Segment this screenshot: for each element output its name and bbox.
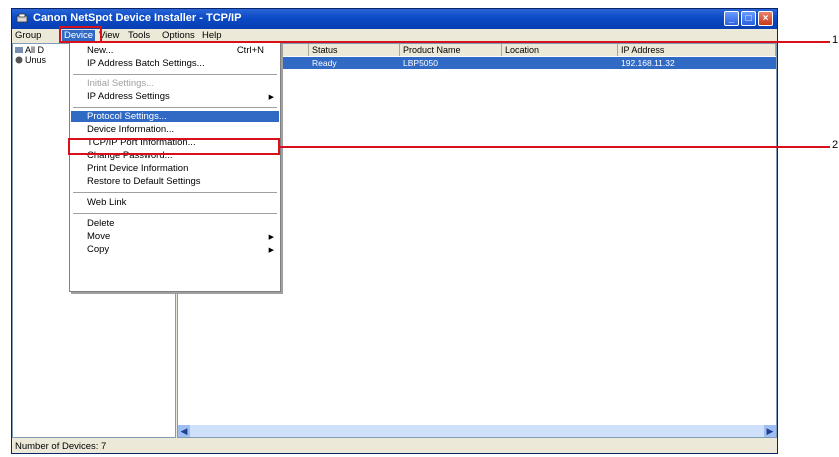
status-bar: Number of Devices: 7 [12, 438, 777, 453]
protocol-settings-highlight-box [68, 138, 280, 155]
callout-number-2: 2 [832, 139, 839, 151]
tree-item-all-devices[interactable]: All D [15, 45, 44, 55]
close-button[interactable]: × [758, 11, 773, 26]
cell-status: Ready [312, 58, 337, 68]
menu-view[interactable]: View [99, 30, 119, 41]
menu-tools[interactable]: Tools [128, 30, 150, 41]
cell-ip: 192.168.11.32 [621, 58, 675, 68]
cell-product: LBP5050 [403, 58, 438, 68]
menu-help[interactable]: Help [202, 30, 222, 41]
device-count: Number of Devices: 7 [15, 441, 107, 452]
column-header-location[interactable]: Location [502, 44, 618, 56]
menu-item-web-link[interactable]: Web Link [87, 197, 126, 208]
column-header-status[interactable]: Status [309, 44, 400, 56]
submenu-arrow-icon: ▶ [268, 247, 274, 254]
menu-item-ip-settings[interactable]: IP Address Settings [87, 91, 170, 102]
menu-item-print-device-info[interactable]: Print Device Information [87, 163, 188, 174]
device-menu-dropdown: New... Ctrl+N IP Address Batch Settings.… [69, 42, 281, 292]
menu-separator [73, 192, 277, 193]
all-devices-icon [15, 47, 23, 53]
window-title: Canon NetSpot Device Installer - TCP/IP [33, 12, 242, 24]
menu-item-restore-defaults[interactable]: Restore to Default Settings [87, 176, 201, 187]
horizontal-scrollbar[interactable]: ◀ ▶ [178, 425, 776, 437]
submenu-arrow-icon: ▶ [268, 234, 274, 241]
menu-item-delete[interactable]: Delete [87, 218, 114, 229]
column-header-product[interactable]: Product Name [400, 44, 502, 56]
submenu-arrow-icon: ▶ [268, 94, 274, 101]
menu-separator [73, 213, 277, 214]
menu-group[interactable]: Group [15, 30, 41, 41]
menu-item-initial-settings: Initial Settings... [87, 78, 155, 89]
scroll-left-icon[interactable]: ◀ [178, 425, 190, 437]
callout-line-1 [102, 41, 830, 43]
callout-number-1: 1 [832, 34, 839, 46]
menu-item-protocol-settings[interactable]: Protocol Settings... [71, 111, 279, 122]
scroll-right-icon[interactable]: ▶ [764, 425, 776, 437]
menu-item-copy[interactable]: Copy [87, 244, 109, 255]
app-icon [16, 13, 28, 23]
tree-item-label: All D [25, 45, 45, 55]
callout-line-2 [280, 146, 830, 148]
tree-item-label: Unus [25, 55, 47, 65]
app-window: Canon NetSpot Device Installer - TCP/IP … [11, 8, 778, 454]
column-header-ip[interactable]: IP Address [618, 44, 776, 56]
minimize-button[interactable]: _ [724, 11, 739, 26]
menu-item-new[interactable]: New... [87, 45, 113, 56]
unused-devices-icon [15, 56, 23, 64]
maximize-button[interactable]: □ [741, 11, 756, 26]
title-bar[interactable]: Canon NetSpot Device Installer - TCP/IP … [12, 9, 777, 29]
device-menu-highlight-box [59, 26, 102, 43]
shortcut-new: Ctrl+N [236, 45, 264, 56]
tree-item-unused[interactable]: Unus [15, 55, 46, 65]
menu-options[interactable]: Options [162, 30, 195, 41]
menu-separator [73, 74, 277, 75]
menu-separator [73, 107, 277, 108]
menu-item-ip-batch[interactable]: IP Address Batch Settings... [87, 58, 205, 69]
menu-item-device-information[interactable]: Device Information... [87, 124, 174, 135]
menu-item-move[interactable]: Move [87, 231, 110, 242]
